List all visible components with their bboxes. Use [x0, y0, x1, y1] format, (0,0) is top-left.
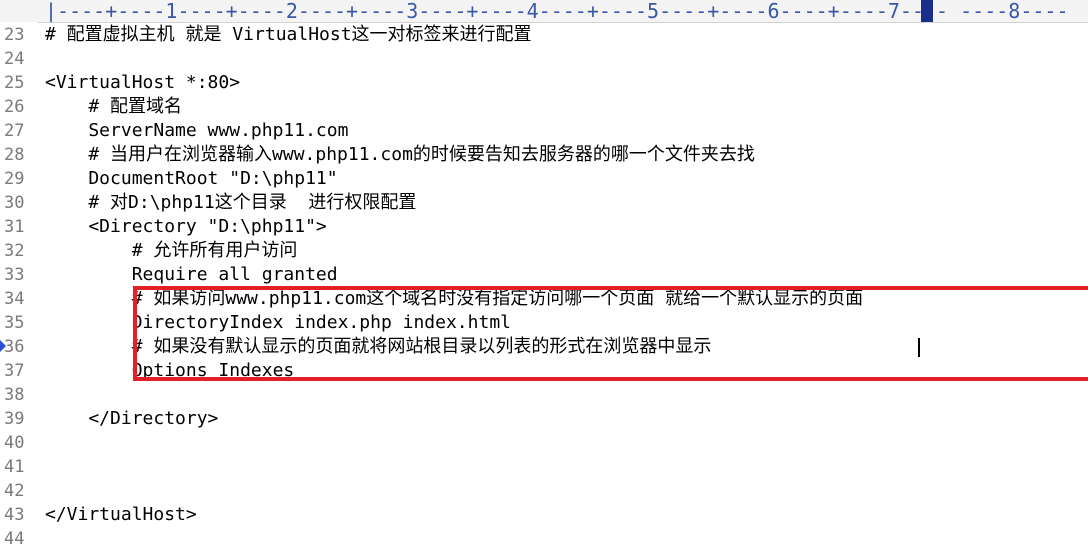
- text-cursor: [918, 338, 920, 357]
- code-text[interactable]: # 如果访问www.php11.com这个域名时没有指定访问哪一个页面 就给一个…: [45, 287, 863, 311]
- code-line[interactable]: 30 # 对D:\php11这个目录 进行权限配置: [0, 191, 1088, 215]
- line-number: 43: [4, 505, 25, 525]
- code-line[interactable]: 39 </Directory>: [0, 407, 1088, 431]
- code-text[interactable]: # 如果没有默认显示的页面就将网站根目录以列表的形式在浏览器中显示: [45, 335, 722, 359]
- code-line[interactable]: 40: [0, 431, 1088, 455]
- code-line[interactable]: 35 DirectoryIndex index.php index.html: [0, 311, 1088, 335]
- line-number: 35: [4, 313, 25, 333]
- line-number: 36: [4, 337, 25, 357]
- code-text[interactable]: <Directory "D:\php11">: [45, 215, 326, 239]
- code-line[interactable]: 27 ServerName www.php11.com: [0, 119, 1088, 143]
- code-line[interactable]: 25 <VirtualHost *:80>: [0, 71, 1088, 95]
- code-text[interactable]: </Directory>: [45, 407, 218, 431]
- code-line[interactable]: 33 Require all granted: [0, 263, 1088, 287]
- line-number: 38: [4, 385, 25, 405]
- code-text[interactable]: DocumentRoot "D:\php11": [45, 167, 337, 191]
- line-number: 39: [4, 409, 25, 429]
- line-number: 25: [4, 73, 25, 93]
- code-line[interactable]: 44: [0, 527, 1088, 551]
- code-text[interactable]: <VirtualHost *:80>: [45, 71, 240, 95]
- line-number: 23: [4, 25, 25, 45]
- column-ruler: |----+----1----+----2----+----3----+----…: [0, 0, 1088, 23]
- code-line[interactable]: 37 Options Indexes: [0, 359, 1088, 383]
- ruler-scale: |----+----1----+----2----+----3----+----…: [45, 0, 1069, 23]
- code-line[interactable]: 38: [0, 383, 1088, 407]
- ruler-column-cursor: [921, 0, 933, 22]
- code-text[interactable]: ServerName www.php11.com: [45, 119, 348, 143]
- line-number: 31: [4, 217, 25, 237]
- line-number: 42: [4, 481, 25, 501]
- code-line[interactable]: 34 # 如果访问www.php11.com这个域名时没有指定访问哪一个页面 就…: [0, 287, 1088, 311]
- code-text[interactable]: # 配置域名: [45, 95, 182, 119]
- code-line[interactable]: 31 <Directory "D:\php11">: [0, 215, 1088, 239]
- code-text[interactable]: Options Indexes: [45, 359, 295, 383]
- line-number: 24: [4, 49, 25, 69]
- code-line[interactable]: 29 DocumentRoot "D:\php11": [0, 167, 1088, 191]
- line-number: 37: [4, 361, 25, 381]
- code-line[interactable]: 36 # 如果没有默认显示的页面就将网站根目录以列表的形式在浏览器中显示: [0, 335, 1088, 359]
- code-line[interactable]: 41: [0, 455, 1088, 479]
- line-number: 30: [4, 193, 25, 213]
- code-text[interactable]: DirectoryIndex index.php index.html: [45, 311, 511, 335]
- code-line[interactable]: 23 # 配置虚拟主机 就是 VirtualHost这一对标签来进行配置: [0, 23, 1088, 47]
- line-number: 32: [4, 241, 25, 261]
- code-line[interactable]: 28 # 当用户在浏览器输入www.php11.com的时候要告知去服务器的哪一…: [0, 143, 1088, 167]
- line-number: 41: [4, 457, 25, 477]
- code-line[interactable]: 32 # 允许所有用户访问: [0, 239, 1088, 263]
- line-number: 27: [4, 121, 25, 141]
- line-number: 29: [4, 169, 25, 189]
- line-number: 44: [4, 529, 25, 549]
- line-number: 28: [4, 145, 25, 165]
- code-text[interactable]: # 配置虚拟主机 就是 VirtualHost这一对标签来进行配置: [45, 23, 532, 47]
- code-text[interactable]: </VirtualHost>: [45, 503, 197, 527]
- code-text[interactable]: Require all granted: [45, 263, 338, 287]
- line-number: 26: [4, 97, 25, 117]
- code-text[interactable]: # 当用户在浏览器输入www.php11.com的时候要告知去服务器的哪一个文件…: [45, 143, 755, 167]
- line-number: 40: [4, 433, 25, 453]
- code-text[interactable]: # 对D:\php11这个目录 进行权限配置: [45, 191, 416, 215]
- code-line[interactable]: 26 # 配置域名: [0, 95, 1088, 119]
- line-number: 34: [4, 289, 25, 309]
- code-line[interactable]: 43 </VirtualHost>: [0, 503, 1088, 527]
- code-text[interactable]: # 允许所有用户访问: [45, 239, 298, 263]
- code-line[interactable]: 42: [0, 479, 1088, 503]
- current-line-marker-icon: [0, 340, 6, 352]
- line-number: 33: [4, 265, 25, 285]
- code-line[interactable]: 24: [0, 47, 1088, 71]
